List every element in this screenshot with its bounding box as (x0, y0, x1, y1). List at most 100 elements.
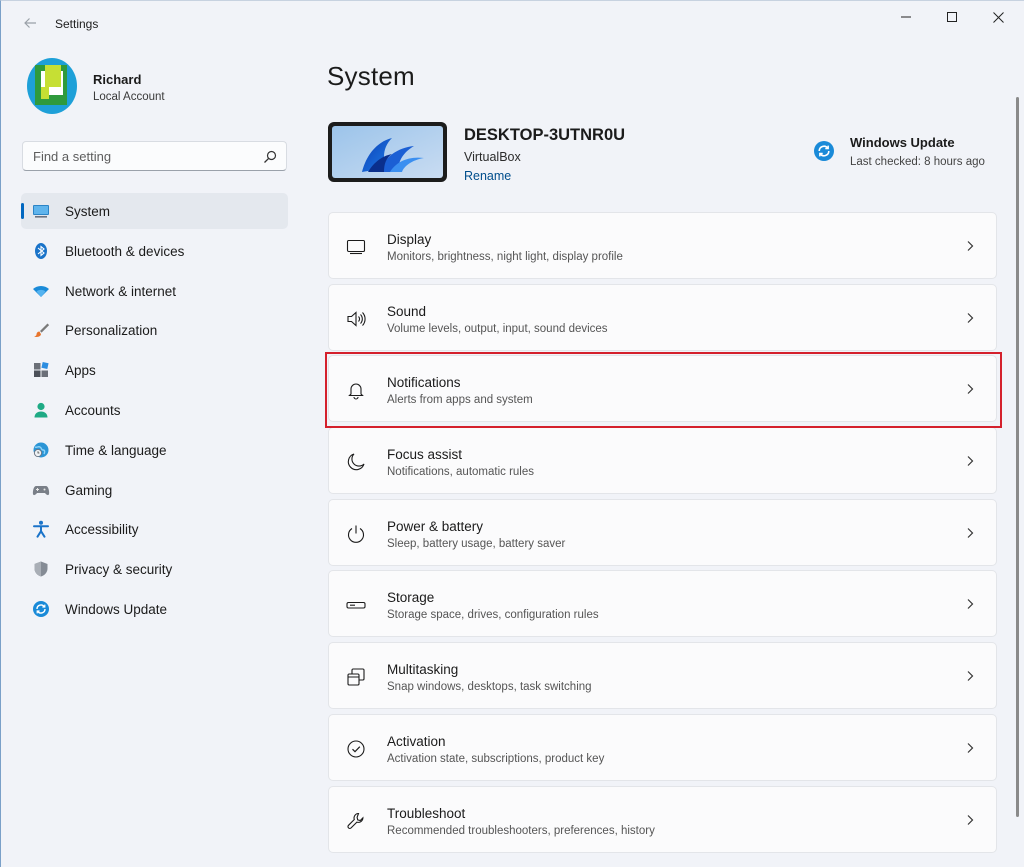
sidebar-item-label: Time & language (65, 442, 167, 458)
card-power-battery[interactable]: Power & battery Sleep, battery usage, ba… (328, 498, 997, 566)
search-input[interactable] (33, 148, 253, 165)
minimize-icon (901, 16, 911, 18)
person-icon (32, 401, 50, 419)
display-icon (345, 236, 367, 258)
windows-update-title[interactable]: Windows Update (850, 135, 955, 150)
card-subtitle: Sleep, battery usage, battery saver (387, 537, 566, 550)
sidebar-item-label: Accessibility (65, 522, 139, 538)
user-avatar-icon (27, 58, 77, 114)
card-title: Multitasking (387, 662, 459, 678)
card-multitasking[interactable]: Multitasking Snap windows, desktops, tas… (328, 642, 997, 710)
rename-link[interactable]: Rename (464, 169, 511, 183)
checkmark-circle-icon (345, 738, 367, 760)
search-icon[interactable] (262, 149, 278, 165)
windows-update-status[interactable] (813, 140, 835, 162)
sidebar-item-label: Privacy & security (65, 562, 173, 578)
minimize-button[interactable] (883, 1, 929, 33)
card-subtitle: Monitors, brightness, night light, displ… (387, 251, 623, 263)
card-troubleshoot[interactable]: Troubleshoot Recommended troubleshooters… (328, 785, 997, 853)
wrench-icon (345, 810, 367, 832)
sidebar-item-windows-update[interactable]: Windows Update (21, 591, 288, 627)
chevron-right-icon (963, 454, 977, 468)
device-name: DESKTOP-3UTNR0U (464, 126, 626, 144)
sidebar-item-network[interactable]: Network & internet (21, 273, 288, 309)
sidebar-item-label: Network & internet (65, 283, 177, 299)
card-subtitle: Volume levels, output, input, sound devi… (387, 322, 608, 335)
sidebar-item-bluetooth[interactable]: Bluetooth & devices (21, 233, 288, 269)
card-activation[interactable]: Activation Activation state, subscriptio… (328, 713, 997, 781)
card-storage[interactable]: Storage Storage space, drives, configura… (328, 570, 997, 638)
sidebar-item-accessibility[interactable]: Accessibility (21, 511, 288, 547)
settings-window: Settings Richard Local Account Find a se… (0, 0, 1024, 867)
bell-icon (345, 379, 367, 401)
sidebar-item-personalization[interactable]: Personalization (21, 312, 288, 348)
user-name: Richard (93, 72, 142, 87)
sidebar-item-time-language[interactable]: Time & language (21, 432, 288, 468)
card-subtitle: Notifications, automatic rules (387, 466, 535, 479)
avatar[interactable] (26, 57, 78, 115)
card-title: Power & battery (387, 518, 484, 534)
card-notifications[interactable]: Notifications Alerts from apps and syste… (328, 355, 997, 423)
active-indicator (21, 203, 24, 219)
card-focus-assist[interactable]: Focus assist Notifications, automatic ru… (328, 427, 997, 495)
apps-icon (32, 361, 50, 379)
sidebar-item-system[interactable]: System (21, 193, 288, 229)
device-thumbnail (328, 122, 447, 182)
close-button[interactable] (975, 1, 1021, 33)
sidebar-item-apps[interactable]: Apps (21, 352, 288, 388)
chevron-right-icon (963, 382, 977, 396)
card-sound[interactable]: Sound Volume levels, output, input, soun… (328, 283, 997, 351)
title-bar: Settings (1, 1, 1024, 45)
sidebar-item-label: Personalization (65, 323, 158, 339)
sidebar-item-accounts[interactable]: Accounts (21, 392, 288, 428)
chevron-right-icon (963, 669, 977, 683)
card-display[interactable]: Display Monitors, brightness, night ligh… (328, 212, 997, 279)
sidebar-item-label: System (65, 204, 111, 219)
globe-clock-icon (32, 441, 50, 459)
card-subtitle: Snap windows, desktops, task switching (387, 681, 592, 694)
sync-icon (814, 141, 834, 161)
close-icon (992, 11, 1004, 23)
scrollbar[interactable] (1016, 97, 1019, 817)
chevron-right-icon (963, 311, 977, 325)
chevron-right-icon (963, 526, 977, 540)
moon-icon (345, 451, 367, 473)
card-title: Sound (387, 303, 427, 319)
sidebar-item-label: Bluetooth & devices (65, 243, 185, 259)
window-title: Settings (55, 17, 99, 31)
sidebar-nav: System Bluetooth & devices Network & int… (21, 193, 288, 631)
arrow-left-icon (24, 18, 36, 28)
power-icon (345, 523, 367, 545)
gamepad-icon (32, 481, 50, 499)
monitor-icon (32, 202, 50, 220)
speaker-icon (345, 308, 367, 330)
sidebar-item-privacy[interactable]: Privacy & security (21, 551, 288, 587)
card-title: Display (387, 232, 432, 247)
chevron-right-icon (963, 813, 977, 827)
page-title: System (327, 61, 415, 91)
sidebar-item-label: Windows Update (65, 601, 168, 617)
paintbrush-icon (32, 321, 50, 339)
sidebar-item-gaming[interactable]: Gaming (21, 472, 288, 508)
maximize-icon (947, 12, 957, 22)
card-title: Storage (387, 590, 435, 606)
card-subtitle: Storage space, drives, configuration rul… (387, 609, 599, 622)
card-title: Troubleshoot (387, 805, 466, 821)
maximize-button[interactable] (929, 1, 975, 33)
card-title: Notifications (387, 375, 461, 391)
chevron-right-icon (963, 741, 977, 755)
chevron-right-icon (963, 239, 977, 253)
card-subtitle: Recommended troubleshooters, preferences… (387, 824, 655, 837)
bluetooth-icon (32, 242, 50, 260)
card-title: Activation (387, 733, 446, 749)
search-box[interactable] (22, 141, 287, 171)
shield-icon (32, 560, 50, 578)
windows-update-icon (32, 600, 50, 618)
windows-update-last-checked: Last checked: 8 hours ago (850, 156, 985, 168)
storage-icon (345, 594, 367, 616)
back-button[interactable] (18, 11, 42, 35)
card-subtitle: Activation state, subscriptions, product… (387, 752, 605, 765)
wallpaper-image-icon (332, 126, 443, 178)
chevron-right-icon (963, 597, 977, 611)
card-title: Focus assist (387, 447, 463, 463)
